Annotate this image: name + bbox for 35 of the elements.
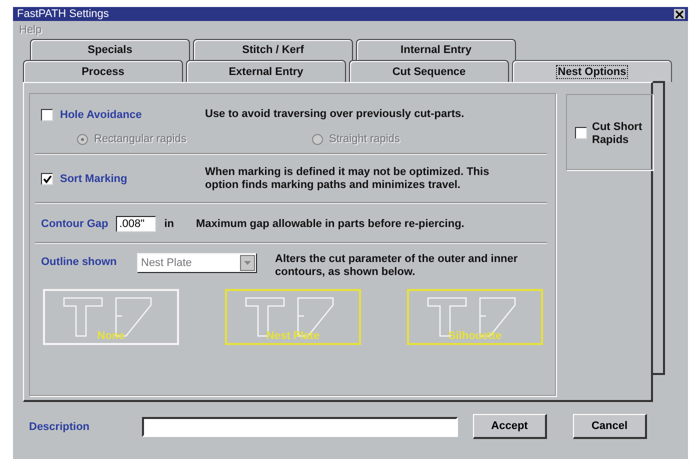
gap-input[interactable]: .008" <box>116 216 156 232</box>
window-title: FastPATH Settings <box>17 8 109 20</box>
tab[interactable]: Cut Sequence <box>349 60 509 82</box>
description-text: Use to avoid traversing over previously cut-parts. <box>205 108 464 121</box>
preview-label: Nest Plate <box>265 330 321 342</box>
tab[interactable]: Stitch / Kerf <box>193 39 353 60</box>
field-label: Description <box>29 420 91 432</box>
close-icon[interactable] <box>674 9 685 19</box>
radio-button[interactable] <box>312 134 323 144</box>
field-label: Outline shown <box>41 255 118 268</box>
description-text: Maximum gap allowable in parts before re-piercing. <box>196 218 464 230</box>
radio-button[interactable] <box>77 134 88 144</box>
dialog-button[interactable]: Cancel <box>573 414 647 439</box>
preview-label: Silhouette <box>447 330 503 342</box>
description-text: Alters the cut parameter of the outer and inner contours, as shown below. <box>275 253 519 279</box>
tab[interactable]: External Entry <box>186 60 346 82</box>
radio-label: Straight rapids <box>329 133 400 145</box>
preview-label: None <box>96 330 126 342</box>
caret-icon <box>244 261 251 265</box>
field-label: Contour Gap <box>41 218 108 230</box>
tab[interactable]: Internal Entry <box>356 39 516 60</box>
checkbox[interactable] <box>41 108 53 120</box>
checkbox[interactable] <box>575 127 587 139</box>
option-label: Cut Short Rapids <box>592 121 644 147</box>
option-label: Sort Marking <box>60 173 128 185</box>
unit-label: in <box>164 218 174 230</box>
checkbox[interactable] <box>41 173 53 185</box>
option-label: Hole Avoidance <box>60 108 142 120</box>
description-input[interactable] <box>142 416 458 436</box>
dialog-button[interactable]: Accept <box>473 414 547 439</box>
description-text: When marking is defined it may not be optimized. This option finds marking paths and minimizes travel. <box>205 166 490 192</box>
tab[interactable]: Specials <box>30 39 190 60</box>
tab[interactable]: Nest Options <box>512 60 672 82</box>
tab[interactable]: Process <box>23 60 183 82</box>
radio-label: Rectangular rapids <box>94 133 186 145</box>
